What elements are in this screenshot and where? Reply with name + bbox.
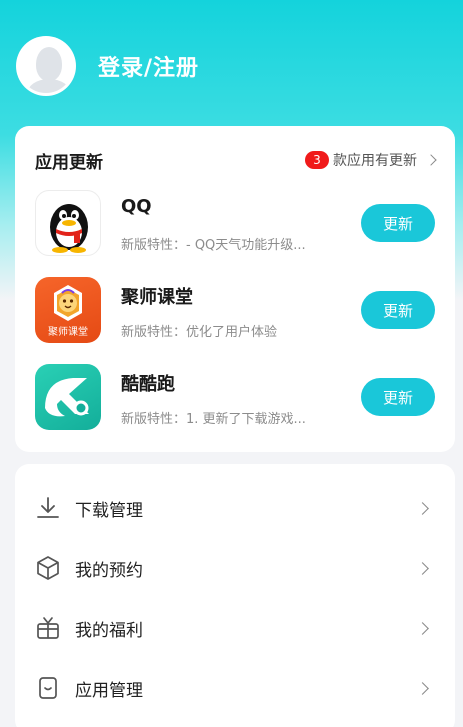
profile-section[interactable]: 登录/注册 <box>16 36 199 96</box>
box-icon <box>37 556 59 580</box>
updates-title: 应用更新 <box>35 152 103 173</box>
update-count-badge: 3 <box>305 151 329 169</box>
qq-penguin-icon <box>35 190 101 256</box>
app-row-qq[interactable]: QQ 新版特性：- QQ天气功能升级... 更新 <box>35 190 435 258</box>
update-button[interactable]: 更新 <box>361 291 435 329</box>
avatar[interactable] <box>16 36 76 96</box>
menu-item-label: 我的福利 <box>75 620 143 641</box>
gift-icon <box>37 617 59 639</box>
update-count-text: 款应用有更新 <box>333 153 417 169</box>
menu-item-label: 应用管理 <box>75 680 143 701</box>
update-button[interactable]: 更新 <box>361 204 435 242</box>
app-manage-icon <box>39 677 57 699</box>
app-row-jushi[interactable]: 聚师课堂 聚师课堂 新版特性：优化了用户体验 更新 <box>35 277 435 345</box>
app-description: 新版特性：优化了用户体验 <box>121 325 278 340</box>
jushi-icon-caption: 聚师课堂 <box>48 327 88 338</box>
menu-card: 下载管理 我的预约 我的福利 应用管理 <box>15 464 455 727</box>
menu-item-my-reservations[interactable]: 我的预约 <box>35 538 435 598</box>
download-icon <box>37 497 59 518</box>
chevron-right-icon <box>416 621 429 635</box>
chevron-right-icon <box>416 501 429 515</box>
avatar-head-shape <box>36 47 62 81</box>
app-updates-card: 应用更新 3 款应用有更新 QQ 新版特性：- QQ天气功能升级... 更新 聚… <box>15 126 455 452</box>
app-description: 新版特性：- QQ天气功能升级... <box>121 238 306 253</box>
kukupao-k-icon <box>35 364 101 430</box>
menu-item-label: 我的预约 <box>75 560 143 581</box>
menu-item-my-benefits[interactable]: 我的福利 <box>35 598 435 658</box>
chevron-right-icon <box>416 561 429 575</box>
menu-item-download-manage[interactable]: 下载管理 <box>35 478 435 538</box>
updates-count-link[interactable]: 3 款应用有更新 <box>305 150 437 170</box>
app-description: 新版特性：1. 更新了下载游戏... <box>121 412 306 427</box>
app-name: 酷酷跑 <box>121 374 175 395</box>
updates-header: 应用更新 3 款应用有更新 <box>35 146 437 174</box>
avatar-body-shape <box>27 79 71 93</box>
chevron-right-icon <box>425 154 437 166</box>
jushi-lion-icon: 聚师课堂 <box>35 277 101 343</box>
update-button[interactable]: 更新 <box>361 378 435 416</box>
chevron-right-icon <box>416 681 429 695</box>
app-row-kukupao[interactable]: 酷酷跑 新版特性：1. 更新了下载游戏... 更新 <box>35 364 435 432</box>
menu-item-label: 下载管理 <box>75 500 143 521</box>
login-register-link[interactable]: 登录/注册 <box>98 50 199 82</box>
app-name: QQ <box>121 196 152 217</box>
menu-item-app-manage[interactable]: 应用管理 <box>35 658 435 718</box>
app-name: 聚师课堂 <box>121 287 193 308</box>
